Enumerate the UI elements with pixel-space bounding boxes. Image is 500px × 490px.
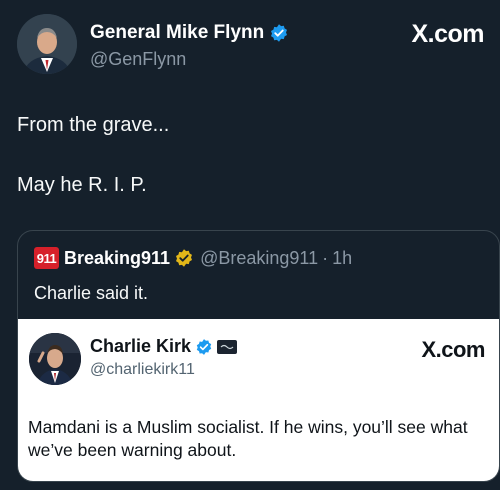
breaking911-logo: 911 bbox=[34, 247, 59, 269]
verified-icon bbox=[271, 24, 288, 42]
embedded-post-text: Mamdani is a Muslim socialist. If he win… bbox=[28, 417, 468, 460]
dot-separator: · bbox=[322, 247, 329, 268]
gold-verified-icon bbox=[176, 249, 193, 267]
quoted-account-handle[interactable]: @Breaking911 bbox=[200, 248, 318, 269]
quoted-post-text: Charlie said it. bbox=[34, 283, 149, 303]
quoted-account-name[interactable]: Breaking911 bbox=[64, 248, 170, 269]
author-handle[interactable]: @GenFlynn bbox=[90, 49, 186, 70]
affiliate-badge-icon bbox=[217, 339, 238, 354]
post-text-line-2: May he R. I. P. bbox=[17, 174, 147, 196]
embedded-author-handle: @charliekirk11 bbox=[90, 361, 195, 378]
embedded-screenshot-card[interactable]: Charlie Kirk @charliekirk11 X.com Mamdan… bbox=[18, 319, 499, 481]
post-text-line-1: From the grave... bbox=[17, 114, 170, 136]
avatar[interactable] bbox=[17, 14, 77, 74]
embedded-x-brand-logo: X.com bbox=[421, 337, 485, 362]
embedded-author-name: Charlie Kirk bbox=[90, 336, 192, 356]
verified-icon bbox=[196, 338, 212, 355]
x-brand-logo: X.com bbox=[411, 20, 484, 48]
quoted-post-header: 911 Breaking911 @Breaking911 · 1h bbox=[34, 247, 352, 269]
embedded-name-row: Charlie Kirk bbox=[90, 336, 238, 357]
quoted-post-time[interactable]: 1h bbox=[332, 248, 352, 269]
quoted-post[interactable]: 911 Breaking911 @Breaking911 · 1h Charli… bbox=[17, 230, 500, 482]
author-name-row: General Mike Flynn bbox=[90, 22, 289, 44]
embedded-avatar bbox=[29, 333, 81, 385]
author-name[interactable]: General Mike Flynn bbox=[90, 22, 264, 44]
